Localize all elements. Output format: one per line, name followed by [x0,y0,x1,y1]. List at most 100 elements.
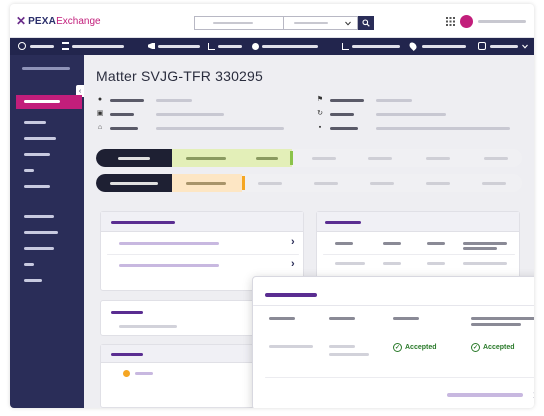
sidebar-item[interactable] [24,247,54,250]
search-button[interactable] [358,16,374,30]
tracker-step-done[interactable] [96,174,172,192]
logo-product: Exchange [56,15,101,27]
meta-label [330,113,354,116]
task-link[interactable] [119,264,219,267]
page-title: Matter SVJG-TFR 330295 [96,68,264,84]
status-dot [123,370,130,377]
user-avatar[interactable] [460,15,473,28]
sidebar-item[interactable] [24,137,56,140]
help-icon[interactable] [478,42,486,50]
nav-item-6[interactable] [352,45,400,48]
tag-icon: ● [97,96,103,103]
table-cell [269,345,313,348]
status-badge: ✓ Accepted [393,343,437,352]
table-cell [335,262,365,265]
clock-icon[interactable] [18,42,26,50]
nav-item-1[interactable] [30,45,54,48]
meta-value [376,113,446,116]
sidebar-item[interactable] [24,185,50,188]
chevron-right-icon[interactable]: › [533,386,534,402]
chevron-left-icon: ‹ [78,87,82,95]
bar-chart-icon[interactable] [342,43,349,50]
nav-item-7[interactable] [422,45,466,48]
gear-icon[interactable] [252,43,259,50]
document-icon: ▣ [96,110,104,117]
tracker-step[interactable] [482,182,506,185]
meta-value [376,127,510,130]
meta-label [330,127,358,130]
search-icon [362,19,370,27]
flag-icon: ⚑ [316,96,324,103]
chevron-right-icon[interactable]: › [291,236,295,248]
tracker-step[interactable] [312,157,336,160]
popup-link[interactable] [447,393,523,397]
tracker-marker [242,176,245,190]
sidebar-item[interactable] [24,215,54,218]
location-icon[interactable] [408,41,418,51]
refresh-icon: ↻ [317,110,323,117]
home-icon: ⌂ [97,124,103,131]
meta-label [330,99,364,102]
column-header [463,242,507,245]
sidebar-item[interactable] [22,67,70,70]
sidebar-item[interactable] [24,279,42,282]
nav-item-2[interactable] [72,45,124,48]
tracker-step-done[interactable] [96,149,172,167]
check-circle-icon: ✓ [393,343,402,352]
tracker-step[interactable] [368,157,392,160]
status-badge-text: Accepted [405,344,437,351]
column-header [471,317,534,320]
workflow-tracker-2 [96,174,522,192]
column-header [427,242,445,245]
tracker-marker [290,151,293,165]
sidebar-item[interactable] [24,169,34,172]
table-cell [329,345,355,348]
chevron-down-icon[interactable] [522,44,528,49]
nav-item-3[interactable] [158,45,200,48]
tracker-step[interactable] [426,182,450,185]
column-header [335,242,353,245]
table-cell [427,262,445,265]
tracker-step[interactable] [314,182,338,185]
tracker-step[interactable] [370,182,394,185]
panel-2 [100,300,260,336]
tracker-step-current[interactable] [172,149,292,167]
nav-item-8[interactable] [490,45,518,48]
tracker-step[interactable] [484,157,508,160]
tracker-step-current[interactable] [172,174,242,192]
main-nav [10,38,534,55]
megaphone-icon[interactable] [148,43,155,49]
meta-label [110,99,144,102]
chevron-right-icon[interactable]: › [291,258,295,270]
sidebar-item[interactable] [24,153,50,156]
task-link[interactable] [119,242,219,245]
user-name[interactable] [478,20,526,23]
sidebar-item[interactable] [24,121,46,124]
nav-item-4[interactable] [218,45,242,48]
pexa-logo[interactable]: ✕ PEXA Exchange [16,14,101,28]
list-icon[interactable] [62,42,69,50]
workflow-tracker-1 [96,149,522,167]
search-type-select[interactable] [284,16,358,30]
tracker-step[interactable] [258,182,282,185]
check-circle-icon: ✓ [471,343,480,352]
search-input[interactable] [194,16,284,30]
panel-3 [100,344,260,408]
meta-value [156,127,284,130]
nav-item-5[interactable] [262,45,318,48]
calendar-icon: ▪ [318,124,322,131]
chevron-down-icon [345,21,351,26]
tracker-step[interactable] [426,157,450,160]
popup-title [265,293,317,297]
chart-icon[interactable] [208,43,215,50]
column-header [393,317,419,320]
settlement-popup: ✓ Accepted ✓ Accepted › [252,276,534,408]
meta-value [376,99,412,102]
meta-label [110,113,134,116]
sidebar-item-active[interactable] [16,95,82,109]
table-cell [383,262,401,265]
sidebar-item[interactable] [24,263,34,266]
panel-header [101,345,259,363]
sidebar-item[interactable] [24,231,58,234]
grid-icon[interactable] [446,17,455,26]
